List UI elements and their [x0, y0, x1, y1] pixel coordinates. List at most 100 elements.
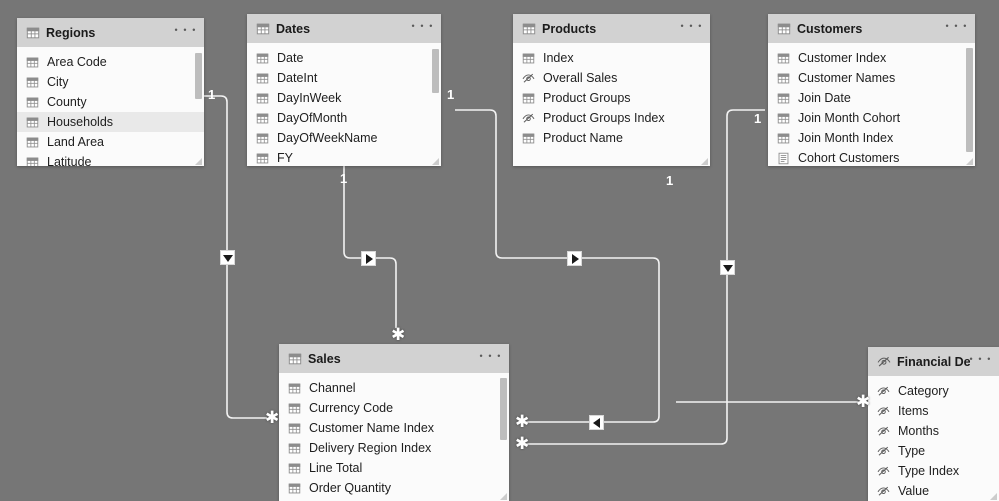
field-row[interactable]: Latitude	[17, 152, 204, 166]
field-row[interactable]: City	[17, 72, 204, 92]
vertical-scrollbar[interactable]	[500, 375, 507, 496]
more-options-icon[interactable]: • • •	[480, 352, 502, 364]
table-field-list: Category Items Months Type Type Index Value	[868, 376, 999, 501]
field-row[interactable]: Type Index	[868, 461, 999, 481]
field-row[interactable]: Type	[868, 441, 999, 461]
resize-handle[interactable]	[989, 492, 997, 500]
filter-direction-right-icon[interactable]	[361, 251, 376, 266]
field-row[interactable]: Join Month Index	[768, 128, 975, 148]
field-row[interactable]: Area Code	[17, 52, 204, 72]
resize-handle[interactable]	[499, 492, 507, 500]
more-options-icon[interactable]: • • •	[970, 355, 992, 367]
more-options-icon[interactable]: • • •	[412, 22, 434, 34]
resize-handle[interactable]	[700, 157, 708, 165]
table-header-financial-details[interactable]: Financial Details• • •	[868, 347, 999, 376]
field-row[interactable]: DateInt	[247, 68, 441, 88]
table-header-customers[interactable]: Customers • • •	[768, 14, 975, 43]
table-header-dates[interactable]: Dates • • •	[247, 14, 441, 43]
filter-direction-down-icon[interactable]	[720, 260, 735, 275]
field-row[interactable]: Product Name	[513, 128, 710, 148]
table-column-icon	[26, 116, 39, 129]
scrollbar-thumb[interactable]	[966, 48, 973, 152]
field-row[interactable]: Delivery Region Index	[279, 438, 509, 458]
resize-handle[interactable]	[965, 157, 973, 165]
calculated-table-icon	[777, 152, 790, 165]
field-label: Category	[898, 384, 949, 398]
field-row[interactable]: Category	[868, 381, 999, 401]
table-field-list: Customer Index Customer Names Join Date Joi…	[768, 43, 975, 166]
table-card-customers[interactable]: Customers • • • Customer Index Customer Nam…	[768, 14, 975, 166]
field-row[interactable]: Months	[868, 421, 999, 441]
field-row[interactable]: Items	[868, 401, 999, 421]
field-row[interactable]: Customer Index	[768, 48, 975, 68]
field-row[interactable]: Index	[513, 48, 710, 68]
filter-direction-right-icon[interactable]	[567, 251, 582, 266]
field-label: Cohort Customers	[798, 151, 900, 165]
field-row[interactable]: Join Month Cohort	[768, 108, 975, 128]
table-card-regions[interactable]: Regions • • • Area Code City County Household…	[17, 18, 204, 166]
field-row[interactable]: DayOfWeekName	[247, 128, 441, 148]
table-card-dates[interactable]: Dates • • • Date DateInt DayInWeek DayOfMonth…	[247, 14, 441, 166]
relationship-line-dates-sales[interactable]	[343, 166, 397, 328]
field-label: Customer Names	[798, 71, 896, 85]
field-label: Land Area	[47, 135, 104, 149]
field-row[interactable]: Channel	[279, 378, 509, 398]
table-column-icon	[522, 92, 535, 105]
table-header-products[interactable]: Products • • •	[513, 14, 710, 43]
field-row[interactable]: DayOfMonth	[247, 108, 441, 128]
field-row[interactable]: Join Date	[768, 88, 975, 108]
table-column-icon	[288, 482, 301, 495]
table-column-icon	[256, 132, 269, 145]
filter-direction-left-icon[interactable]	[589, 415, 604, 430]
cardinality-one-label: 1	[340, 171, 348, 186]
field-label: DayOfWeekName	[277, 131, 378, 145]
more-options-icon[interactable]: • • •	[681, 22, 703, 34]
table-header-regions[interactable]: Regions • • •	[17, 18, 204, 47]
table-column-icon	[26, 96, 39, 109]
field-row[interactable]: Line Total	[279, 458, 509, 478]
table-card-sales[interactable]: Sales • • • Channel Currency Code Customer N…	[279, 344, 509, 501]
hidden-field-icon	[877, 425, 890, 438]
filter-direction-down-icon[interactable]	[220, 250, 235, 265]
field-row[interactable]: Households	[17, 112, 204, 132]
field-label: Channel	[309, 381, 356, 395]
field-row[interactable]: DayInWeek	[247, 88, 441, 108]
vertical-scrollbar[interactable]	[195, 49, 202, 166]
scrollbar-thumb[interactable]	[432, 49, 439, 93]
vertical-scrollbar[interactable]	[432, 45, 439, 166]
field-row[interactable]: Date	[247, 48, 441, 68]
table-field-list: Index Overall Sales Product Groups Product …	[513, 43, 710, 148]
field-label: Type	[898, 444, 926, 458]
table-icon	[26, 26, 40, 39]
resize-handle[interactable]	[194, 157, 202, 165]
table-card-products[interactable]: Products • • • Index Overall Sales Product G…	[513, 14, 710, 166]
table-card-financial-details[interactable]: Financial Details• • • Category Items Month…	[868, 347, 999, 501]
field-row[interactable]: Product Groups	[513, 88, 710, 108]
table-header-sales[interactable]: Sales • • •	[279, 344, 509, 373]
field-row[interactable]: County	[17, 92, 204, 112]
field-row[interactable]: Overall Sales	[513, 68, 710, 88]
table-column-icon	[288, 462, 301, 475]
field-row[interactable]: FY	[247, 148, 441, 166]
table-icon	[256, 22, 270, 35]
scrollbar-thumb[interactable]	[195, 53, 202, 99]
vertical-scrollbar[interactable]	[966, 45, 973, 166]
more-options-icon[interactable]: • • •	[175, 26, 197, 38]
field-row[interactable]: Land Area	[17, 132, 204, 152]
model-canvas[interactable]: 1 ✱ 1 ✱ 1 ✱ 1 ✱ 1 ✱ Regions • • • Area Code City Coun…	[0, 0, 999, 501]
field-label: Date	[277, 51, 304, 65]
field-row[interactable]: Customer Name Index	[279, 418, 509, 438]
more-options-icon[interactable]: • • •	[946, 22, 968, 34]
resize-handle[interactable]	[431, 157, 439, 165]
field-row[interactable]: Cohort Customers	[768, 148, 975, 166]
field-row[interactable]: Product Groups Index	[513, 108, 710, 128]
field-label: Customer Name Index	[309, 421, 435, 435]
field-label: FY	[277, 151, 293, 165]
field-row[interactable]: Currency Code	[279, 398, 509, 418]
field-row[interactable]: Customer Names	[768, 68, 975, 88]
table-field-list: Channel Currency Code Customer Name Index D…	[279, 373, 509, 498]
field-row[interactable]: Order Quantity	[279, 478, 509, 498]
scrollbar-thumb[interactable]	[500, 378, 507, 440]
field-row[interactable]: Value	[868, 481, 999, 501]
table-column-icon	[26, 56, 39, 69]
